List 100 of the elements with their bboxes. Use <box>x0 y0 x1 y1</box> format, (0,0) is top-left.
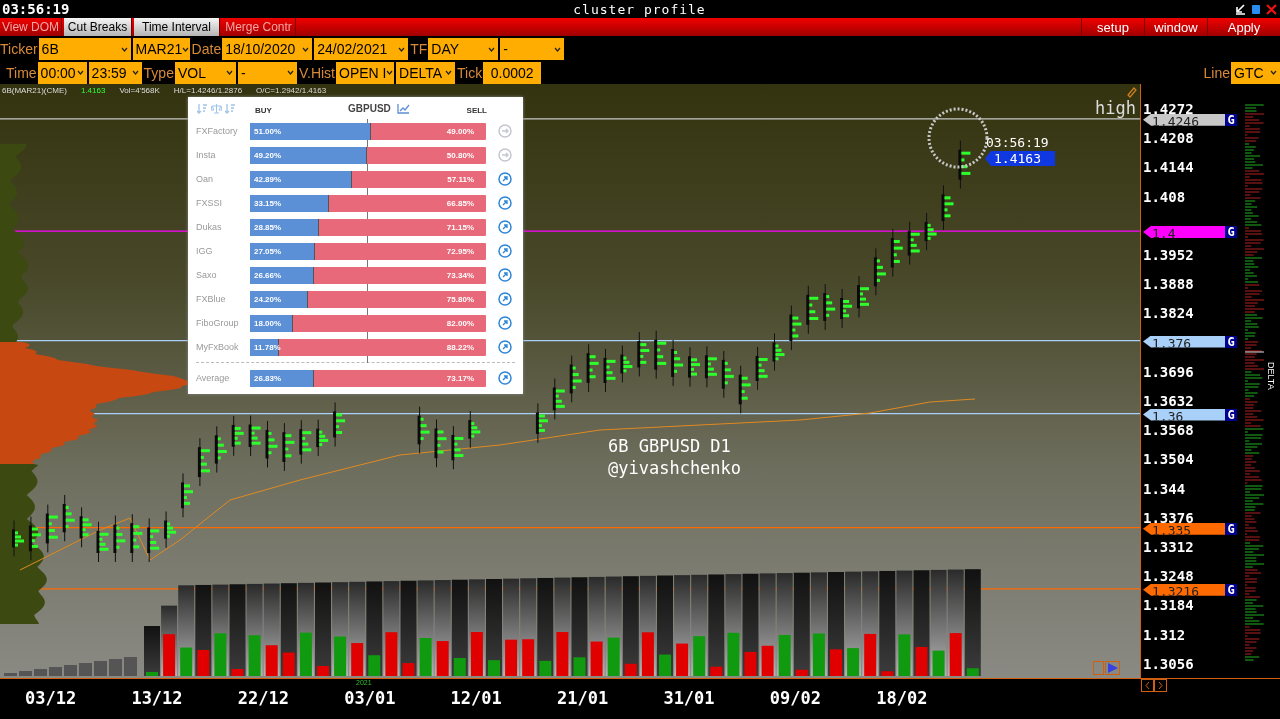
menu-tab[interactable]: Cut Breaks <box>64 18 132 36</box>
candle <box>958 140 971 190</box>
symbol-label: 6B(MAR21)(CME) <box>2 86 67 95</box>
candle <box>789 305 802 351</box>
menu-button[interactable]: setup <box>1081 18 1144 36</box>
dropdown[interactable]: DAY <box>428 38 499 60</box>
date-label: 03/01 <box>344 688 396 708</box>
dropdown[interactable]: GTC <box>1231 61 1280 84</box>
high-label: high <box>1095 98 1136 118</box>
candle <box>96 521 109 563</box>
dropdown[interactable]: - <box>237 61 297 84</box>
candle <box>688 346 700 388</box>
price-tick: 1.3824 <box>1143 305 1194 318</box>
line-chart-icon[interactable] <box>396 102 410 114</box>
arrow-circle-icon[interactable] <box>497 220 512 234</box>
caret-icon <box>182 46 190 52</box>
broker-name: Average <box>195 373 231 383</box>
caret-icon <box>302 46 310 52</box>
price-tick: 1.3696 <box>1143 363 1194 376</box>
dropdown[interactable]: DELTA <box>396 61 455 84</box>
candle <box>333 401 346 447</box>
price-marker[interactable]: 1.3216 <box>1143 583 1225 596</box>
candle <box>197 437 210 487</box>
price-marker[interactable]: 1.4246 <box>1143 113 1225 126</box>
sell-percent: 82.00% <box>446 318 474 328</box>
broker-name: Insta <box>195 150 217 160</box>
field-label: Ticker <box>0 41 38 57</box>
broker-name: Saxo <box>195 270 218 280</box>
pencil-icon[interactable] <box>1126 86 1138 98</box>
menu-tab[interactable]: Time Interval <box>134 18 220 36</box>
scroll-right-button[interactable] <box>1154 679 1167 692</box>
arrow-circle-icon[interactable] <box>497 172 512 186</box>
candle <box>823 283 836 331</box>
sell-heading: SELL <box>466 104 487 115</box>
dropdown[interactable]: VOL <box>174 61 236 84</box>
caret-icon <box>445 70 452 75</box>
dropdown[interactable]: 23:59 <box>88 61 142 84</box>
dropdown[interactable]: 18/10/2020 <box>222 38 313 60</box>
buy-percent: 49.20% <box>254 150 282 160</box>
arrow-circle-icon[interactable] <box>497 371 512 385</box>
field-label: Date <box>191 41 222 57</box>
broker-name: Oan <box>195 174 214 184</box>
candle <box>181 472 193 518</box>
dropdown[interactable]: - <box>500 38 565 60</box>
candle <box>434 419 447 468</box>
sell-percent: 49.00% <box>446 126 474 136</box>
candle <box>671 339 684 387</box>
dropdown[interactable]: MAR21 <box>132 38 190 60</box>
broker-name: IGG <box>195 246 214 256</box>
scroll-left-button[interactable] <box>1141 679 1154 692</box>
arrow-circle-icon[interactable] <box>497 196 512 210</box>
caret-icon <box>488 46 496 52</box>
menu-button[interactable]: Apply <box>1207 18 1280 36</box>
price-tick: 1.4208 <box>1143 130 1194 143</box>
marker-badge: G <box>1225 335 1237 348</box>
price-marker[interactable]: 1.335 <box>1143 522 1225 535</box>
dropdown[interactable]: 24/02/2021 <box>314 38 409 60</box>
sell-percent: 73.34% <box>446 270 474 280</box>
date-label: 09/02 <box>769 688 821 708</box>
buy-heading: BUY <box>255 104 273 115</box>
close-icon[interactable] <box>1266 3 1277 15</box>
candle <box>248 415 261 457</box>
arrow-circle-icon[interactable] <box>497 292 512 306</box>
date-label: 03/12 <box>25 688 77 708</box>
candle <box>637 331 650 377</box>
sell-percent: 75.80% <box>446 294 474 304</box>
price-tick: 1.4144 <box>1143 159 1194 172</box>
chart-annotation: 6B GBPUSD D1 <box>608 436 731 456</box>
candle <box>147 517 160 563</box>
marker-badge: G <box>1225 522 1237 535</box>
arrow-circle-icon[interactable] <box>497 268 512 282</box>
arrow-circle-icon[interactable] <box>497 316 512 330</box>
price-tick: 1.3632 <box>1143 393 1194 405</box>
price-marker[interactable]: 1.4 <box>1143 226 1225 239</box>
candle <box>282 422 295 472</box>
arrow-circle-icon[interactable] <box>497 244 512 258</box>
arrow-circle-icon[interactable] <box>497 340 512 354</box>
dropdown[interactable]: 6B <box>38 38 131 60</box>
broker-name: FiboGroup <box>195 318 240 328</box>
candle <box>130 513 143 563</box>
input-field[interactable]: 0.0002 <box>483 61 542 84</box>
sell-percent: 71.15% <box>446 222 474 232</box>
caret-icon <box>225 70 233 75</box>
buy-percent: 26.83% <box>254 373 282 383</box>
price-marker[interactable]: 1.376 <box>1143 335 1225 348</box>
candle <box>941 184 954 231</box>
restore-icon[interactable] <box>1251 3 1261 15</box>
candle <box>873 247 886 296</box>
caret-icon <box>1270 70 1277 75</box>
menu-button[interactable]: window <box>1144 18 1207 36</box>
minimize-icon[interactable] <box>1235 3 1246 15</box>
dropdown[interactable]: OPEN I <box>336 61 394 84</box>
date-label: 18/02 <box>876 688 928 708</box>
symbol-heading: GBPUSD <box>348 102 391 114</box>
candle <box>113 515 126 563</box>
field-label: Line <box>1202 64 1230 81</box>
price-marker[interactable]: 1.36 <box>1143 408 1225 421</box>
caret-icon <box>120 46 128 52</box>
dropdown[interactable]: 00:00 <box>37 61 87 84</box>
price-tick: 1.3056 <box>1143 655 1194 668</box>
